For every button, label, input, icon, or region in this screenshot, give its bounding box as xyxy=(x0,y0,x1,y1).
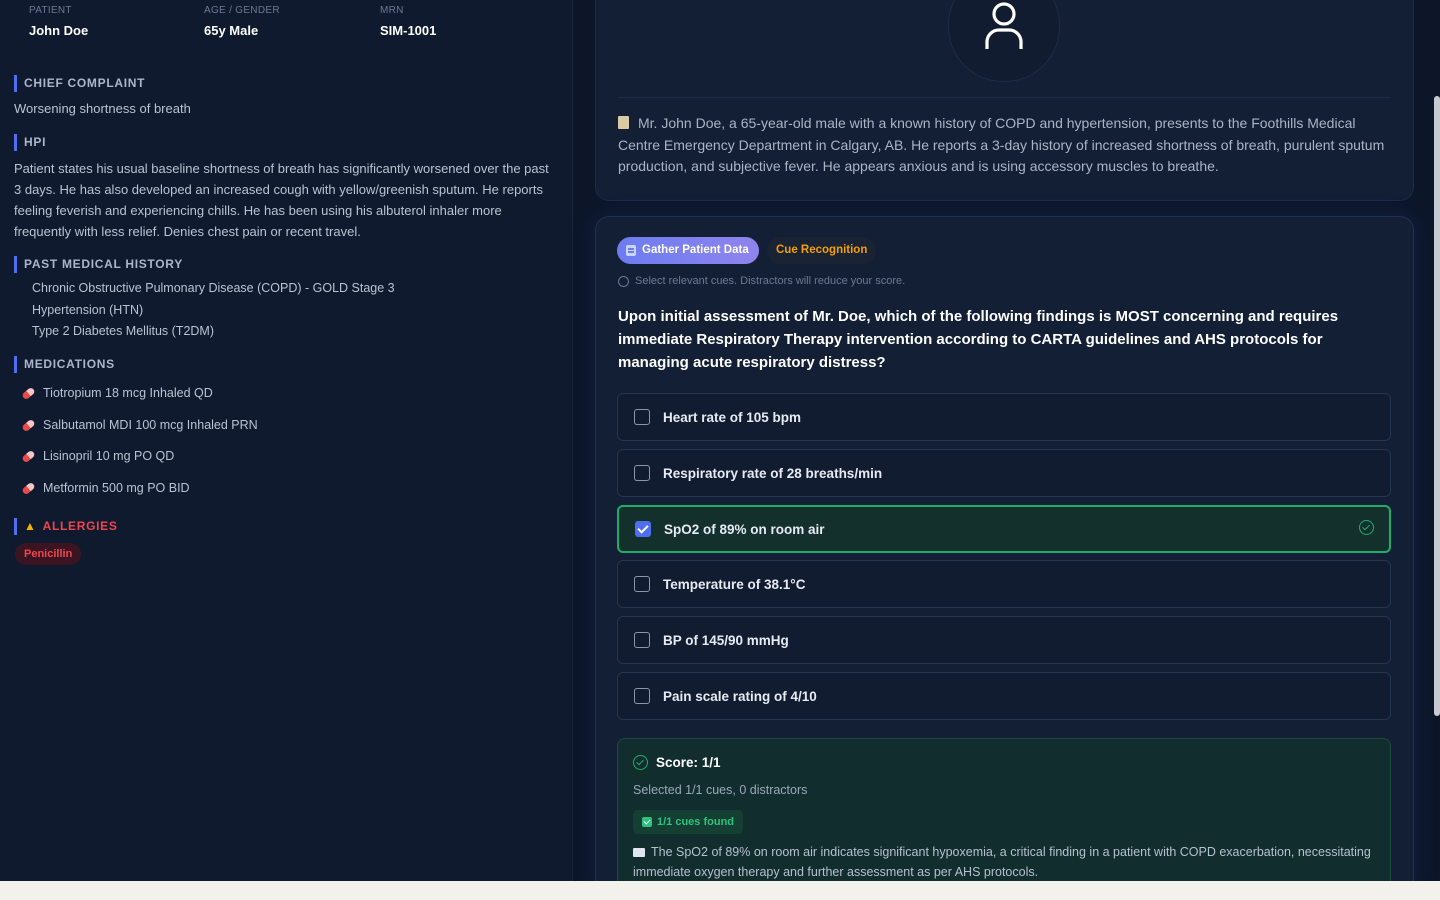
tab-cue-recognition[interactable]: Cue Recognition xyxy=(767,237,877,264)
divider xyxy=(618,97,1391,98)
question-text: Upon initial assessment of Mr. Doe, whic… xyxy=(618,308,1339,371)
option-label: Respiratory rate of 28 breaths/min xyxy=(663,465,883,481)
app-root: PATIENT John Doe AGE / GENDER 65y Male M… xyxy=(0,0,1440,881)
pmh-item: Type 2 Diabetes Mellitus (T2DM) xyxy=(32,324,215,338)
option-pain-scale[interactable]: Pain scale rating of 4/10 xyxy=(617,672,1391,720)
option-label: Heart rate of 105 bpm xyxy=(663,409,802,425)
medications-heading: MEDICATIONS xyxy=(14,356,115,373)
medication-label: Tiotropium 18 mcg Inhaled QD xyxy=(43,386,213,400)
option-temperature[interactable]: Temperature of 38.1°C xyxy=(617,560,1391,608)
medication-item: Lisinopril 10 mg PO QD xyxy=(21,449,175,463)
checkbox[interactable] xyxy=(634,576,650,592)
age-gender-value: 65y Male xyxy=(204,23,259,38)
allergy-badge: Penicillin xyxy=(15,543,82,565)
medication-label: Metformin 500 mg PO BID xyxy=(43,481,190,495)
mrn-label: MRN xyxy=(380,5,404,16)
explanation-content: The SpO2 of 89% on room air indicates si… xyxy=(633,845,1371,879)
option-spo2[interactable]: SpO2 of 89% on room air xyxy=(617,505,1391,553)
pill-icon xyxy=(21,481,36,495)
patient-name: John Doe xyxy=(29,23,89,38)
patient-name-field: PATIENT John Doe xyxy=(29,5,88,38)
info-icon xyxy=(618,275,629,287)
checkbox-checked[interactable] xyxy=(635,521,651,537)
mrn-value: SIM-1001 xyxy=(380,23,437,38)
checkbox[interactable] xyxy=(634,632,650,648)
scrollbar[interactable] xyxy=(1434,96,1440,716)
option-blood-pressure[interactable]: BP of 145/90 mmHg xyxy=(617,616,1391,664)
pill-icon xyxy=(21,418,36,432)
checkbox[interactable] xyxy=(634,688,650,704)
age-gender-label: AGE / GENDER xyxy=(204,5,280,16)
medication-item: Salbutamol MDI 100 mcg Inhaled PRN xyxy=(21,418,258,432)
chief-complaint-heading: CHIEF COMPLAINT xyxy=(14,75,145,92)
option-respiratory-rate[interactable]: Respiratory rate of 28 breaths/min xyxy=(617,449,1391,497)
medication-label: Salbutamol MDI 100 mcg Inhaled PRN xyxy=(43,418,258,432)
chief-complaint-text: Worsening shortness of breath xyxy=(14,101,191,116)
hpi-text: Patient states his usual baseline shortn… xyxy=(14,161,549,239)
pmh-item: Hypertension (HTN) xyxy=(32,303,144,317)
scenario-text: Mr. John Doe, a 65-year-old male with a … xyxy=(618,113,1393,178)
scenario-description: Mr. John Doe, a 65-year-old male with a … xyxy=(618,115,1385,174)
allergies-heading: ▲ ALLERGIES xyxy=(14,518,118,535)
allergies-heading-label: ALLERGIES xyxy=(42,519,118,533)
score-detail: Selected 1/1 cues, 0 distractors xyxy=(633,783,808,797)
hpi-heading: HPI xyxy=(14,134,46,151)
pill-icon xyxy=(21,386,36,400)
option-label: SpO2 of 89% on room air xyxy=(664,521,825,537)
check-circle-icon xyxy=(633,755,648,770)
clipboard-icon xyxy=(618,116,629,129)
patient-label: PATIENT xyxy=(29,5,72,16)
cues-found-badge: 1/1 cues found xyxy=(633,810,744,834)
user-icon xyxy=(985,2,1023,49)
option-heart-rate[interactable]: Heart rate of 105 bpm xyxy=(617,393,1391,441)
pmh-heading: PAST MEDICAL HISTORY xyxy=(14,256,183,273)
checkbox[interactable] xyxy=(634,465,650,481)
book-icon xyxy=(633,848,645,857)
age-gender-field: AGE / GENDER 65y Male xyxy=(204,5,280,38)
mrn-field: MRN SIM-1001 xyxy=(380,5,436,38)
option-label: Pain scale rating of 4/10 xyxy=(663,688,817,704)
score-label: Score: 1/1 xyxy=(656,755,721,770)
explanation-text: The SpO2 of 89% on room air indicates si… xyxy=(633,842,1383,881)
warning-icon: ▲ xyxy=(24,519,37,533)
check-icon xyxy=(642,817,652,827)
tab-label: Gather Patient Data xyxy=(642,244,749,256)
patient-chart-panel: PATIENT John Doe AGE / GENDER 65y Male M… xyxy=(0,0,573,881)
pill-icon xyxy=(21,449,36,463)
checkbox[interactable] xyxy=(634,409,650,425)
tab-gather-patient-data[interactable]: Gather Patient Data xyxy=(617,237,759,264)
medication-item: Tiotropium 18 mcg Inhaled QD xyxy=(21,386,213,400)
option-label: BP of 145/90 mmHg xyxy=(663,632,789,648)
cues-found-label: 1/1 cues found xyxy=(657,816,735,828)
clipboard-icon xyxy=(626,245,636,256)
medication-label: Lisinopril 10 mg PO QD xyxy=(43,449,175,463)
medication-item: Metformin 500 mg PO BID xyxy=(21,481,190,495)
instruction-hint: Select relevant cues. Distractors will r… xyxy=(618,275,905,287)
score-title: Score: 1/1 xyxy=(633,755,721,770)
hint-text: Select relevant cues. Distractors will r… xyxy=(635,275,906,287)
pmh-item: Chronic Obstructive Pulmonary Disease (C… xyxy=(32,281,395,295)
check-circle-icon xyxy=(1359,520,1374,535)
option-label: Temperature of 38.1°C xyxy=(663,576,806,592)
